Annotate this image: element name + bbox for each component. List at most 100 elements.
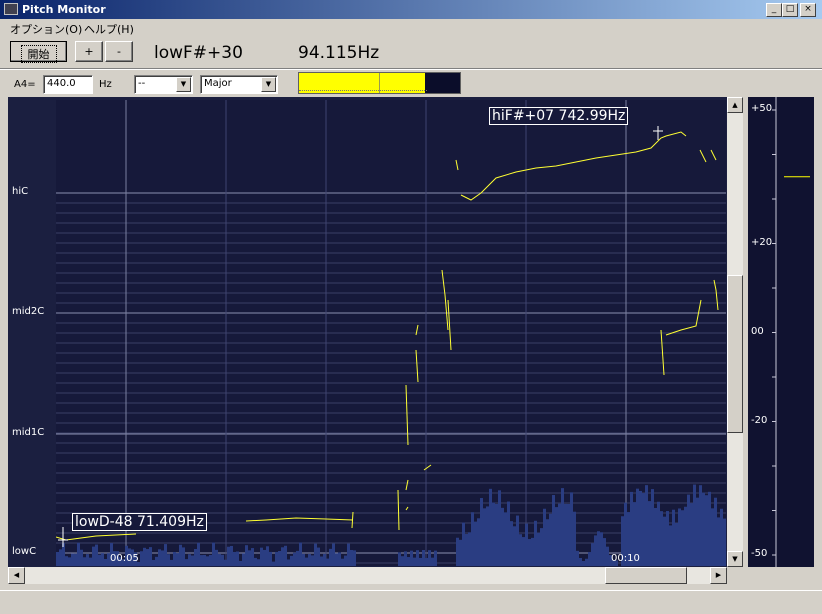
pitch-trace: [397, 489, 400, 531]
volume-bar: [537, 532, 540, 566]
volume-bar: [422, 550, 425, 566]
volume-bar: [570, 492, 573, 566]
menu-options[interactable]: オプション(O): [10, 21, 82, 37]
close-button[interactable]: ×: [800, 3, 816, 17]
volume-bar: [425, 557, 428, 566]
volume-bar: [519, 534, 522, 566]
volume-bar: [347, 543, 350, 566]
volume-bar: [197, 542, 200, 566]
volume-bar: [645, 485, 648, 566]
volume-bar: [149, 547, 152, 566]
volume-bar: [702, 492, 705, 566]
chevron-down-icon[interactable]: ▼: [261, 77, 276, 92]
volume-bar: [531, 537, 534, 566]
pitch-trace: [460, 131, 687, 201]
level-meter: [298, 72, 461, 94]
volume-bar: [534, 520, 537, 566]
volume-bar: [471, 512, 474, 566]
volume-bar: [413, 557, 416, 566]
start-button[interactable]: 開始: [10, 41, 67, 63]
pitch-trace: [665, 299, 702, 336]
volume-bar: [693, 484, 696, 566]
volume-bar: [311, 555, 314, 566]
volume-bar: [167, 554, 170, 566]
cents-axis-label: +20: [751, 236, 773, 248]
menu-help[interactable]: ヘルプ(H): [84, 21, 134, 37]
scale-select[interactable]: Major ▼: [200, 75, 278, 94]
volume-bar: [708, 491, 711, 566]
volume-bar: [275, 551, 278, 566]
pitch-trace: [441, 269, 449, 331]
volume-bar: [143, 547, 146, 566]
volume-bar: [513, 526, 516, 566]
volume-bar: [507, 501, 510, 566]
volume-bar: [711, 508, 714, 566]
volume-bar: [504, 512, 507, 566]
volume-bar: [257, 559, 260, 566]
volume-bar: [663, 516, 666, 566]
maximize-button[interactable]: □: [782, 3, 798, 17]
volume-bar: [290, 555, 293, 566]
volume-bar: [675, 522, 678, 566]
scroll-up-arrow-icon[interactable]: ▲: [727, 97, 743, 113]
chevron-down-icon[interactable]: ▼: [176, 77, 191, 92]
volume-bar: [495, 503, 498, 566]
volume-bar: [404, 551, 407, 566]
key-select[interactable]: -- ▼: [134, 75, 193, 94]
volume-bar: [341, 558, 344, 566]
volume-bar: [191, 555, 194, 566]
cents-axis-label: +50: [751, 103, 773, 114]
volume-bar: [642, 493, 645, 566]
volume-bar: [489, 488, 492, 566]
scale-select-value: Major: [204, 78, 232, 89]
volume-bar: [600, 532, 603, 566]
volume-bar: [56, 552, 59, 566]
volume-bar: [155, 556, 158, 566]
pitch-trace: [455, 159, 459, 171]
volume-bar: [549, 513, 552, 566]
volume-bar: [320, 556, 323, 566]
plus-button[interactable]: +: [75, 41, 103, 62]
vertical-scroll-thumb[interactable]: [727, 275, 743, 433]
pitch-plot-area: [55, 100, 726, 584]
volume-bar: [329, 548, 332, 566]
volume-bar: [434, 550, 437, 566]
volume-bar: [242, 553, 245, 566]
volume-bar: [456, 537, 459, 566]
volume-bar: [344, 555, 347, 566]
volume-bar: [651, 489, 654, 566]
volume-bar: [221, 554, 224, 566]
app-icon: [4, 3, 18, 15]
volume-bar: [579, 558, 582, 566]
volume-bar: [308, 554, 311, 566]
volume-bar: [170, 559, 173, 566]
volume-bar: [501, 507, 504, 566]
volume-bar: [281, 547, 284, 566]
volume-bar: [543, 508, 546, 566]
pitch-trace: [55, 533, 137, 541]
cents-axis-label: -50: [751, 548, 768, 559]
volume-bar: [65, 556, 68, 566]
note-reading: lowF#+30: [154, 43, 243, 63]
volume-bar: [516, 515, 519, 566]
volume-bar: [203, 554, 206, 566]
scroll-down-arrow-icon[interactable]: ▼: [727, 551, 743, 567]
horizontal-scroll-thumb[interactable]: [605, 567, 687, 584]
minimize-button[interactable]: _: [766, 3, 782, 17]
volume-bar: [77, 542, 80, 566]
volume-bar: [657, 501, 660, 566]
pitch-trace: [423, 464, 432, 471]
volume-bar: [284, 545, 287, 566]
scroll-right-arrow-icon[interactable]: ▶: [710, 567, 727, 584]
volume-bar: [218, 553, 221, 566]
volume-bar: [146, 549, 149, 566]
volume-bar: [684, 506, 687, 566]
volume-bar: [561, 488, 564, 566]
volume-bar: [233, 551, 236, 566]
volume-bar: [323, 553, 326, 566]
scroll-left-arrow-icon[interactable]: ◀: [8, 567, 25, 584]
volume-bar: [552, 495, 555, 566]
minus-button[interactable]: -: [105, 41, 133, 62]
volume-bar: [669, 525, 672, 566]
a4-input[interactable]: 440.0: [43, 75, 93, 94]
